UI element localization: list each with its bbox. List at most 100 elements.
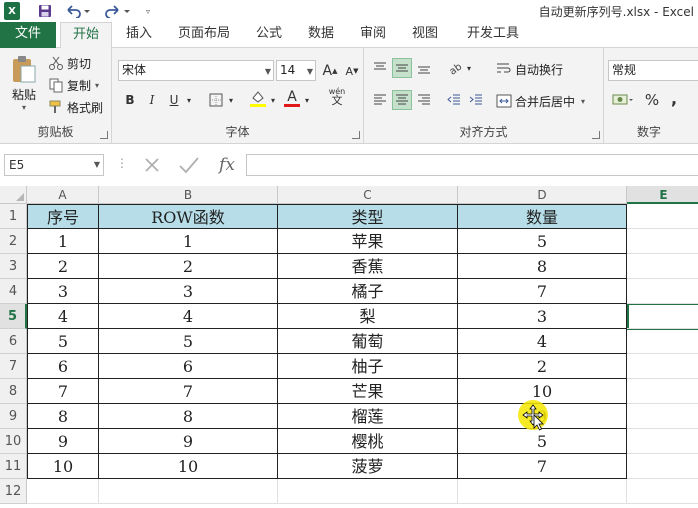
cut-button[interactable]: 剪切 [48, 54, 91, 72]
table-header-cell[interactable]: 数量 [458, 204, 627, 229]
empty-cell[interactable] [627, 229, 698, 254]
table-cell[interactable]: 5 [99, 329, 278, 354]
table-cell[interactable]: 香蕉 [278, 254, 458, 279]
align-center-icon[interactable] [392, 90, 412, 110]
column-header-a[interactable]: A [27, 186, 99, 204]
enter-check-icon[interactable] [174, 154, 204, 176]
chevron-down-icon[interactable]: ▾ [302, 90, 312, 110]
comma-button[interactable]: , [664, 88, 684, 108]
orientation-icon[interactable]: ab [446, 58, 466, 78]
table-cell[interactable]: 8 [458, 254, 627, 279]
empty-cell[interactable] [458, 479, 627, 504]
bold-button[interactable]: B [120, 90, 140, 110]
column-header-d[interactable]: D [458, 186, 627, 204]
table-cell[interactable]: 橘子 [278, 279, 458, 304]
worksheet-grid[interactable]: A B C D E 1 2 3 4 5 6 7 8 9 10 11 12 序号 R… [0, 186, 698, 508]
row-header[interactable]: 8 [0, 379, 27, 404]
wrap-text-button[interactable]: 自动换行 [496, 60, 563, 78]
empty-cell[interactable] [627, 454, 698, 479]
table-cell[interactable]: 2 [458, 354, 627, 379]
border-icon[interactable] [206, 90, 226, 110]
tab-view[interactable]: 视图 [404, 22, 446, 48]
table-cell[interactable]: 1 [27, 229, 99, 254]
row-header[interactable]: 9 [0, 404, 27, 429]
row-header[interactable]: 6 [0, 329, 27, 354]
align-middle-icon[interactable] [392, 58, 412, 78]
empty-cell[interactable] [627, 304, 698, 329]
tab-data[interactable]: 数据 [300, 22, 342, 48]
chevron-down-icon[interactable]: ▾ [268, 90, 278, 110]
table-cell[interactable]: 葡萄 [278, 329, 458, 354]
table-cell[interactable]: 2 [99, 254, 278, 279]
align-left-icon[interactable] [370, 90, 390, 110]
table-cell[interactable]: 2 [27, 254, 99, 279]
column-header-e[interactable]: E [627, 186, 698, 204]
save-icon[interactable] [36, 2, 54, 20]
align-right-icon[interactable] [414, 90, 434, 110]
table-cell[interactable]: 樱桃 [278, 429, 458, 454]
table-cell[interactable]: 4 [27, 304, 99, 329]
table-cell[interactable]: 6 [27, 354, 99, 379]
column-header-b[interactable]: B [99, 186, 278, 204]
paste-button[interactable]: 粘贴 ▾ [6, 54, 42, 118]
empty-cell[interactable] [627, 254, 698, 279]
table-cell[interactable]: 10 [99, 454, 278, 479]
table-cell[interactable]: 10 [27, 454, 99, 479]
font-size-select[interactable]: 14 ▼ [276, 60, 316, 81]
empty-cell[interactable] [27, 479, 99, 504]
align-top-icon[interactable] [370, 58, 390, 78]
row-header[interactable]: 7 [0, 354, 27, 379]
fill-color-icon[interactable] [248, 88, 268, 108]
number-format-select[interactable]: 常规 [608, 60, 698, 81]
table-cell[interactable]: 5 [27, 329, 99, 354]
tab-page-layout[interactable]: 页面布局 [170, 22, 238, 48]
font-launcher-icon[interactable] [352, 131, 360, 139]
format-painter-button[interactable]: 格式刷 [48, 98, 103, 116]
empty-cell[interactable] [627, 279, 698, 304]
column-header-c[interactable]: C [278, 186, 458, 204]
table-cell[interactable]: 3 [27, 279, 99, 304]
tab-formulas[interactable]: 公式 [248, 22, 290, 48]
chevron-down-icon[interactable]: ▾ [464, 58, 474, 78]
italic-button[interactable]: I [142, 90, 162, 110]
redo-icon[interactable] [104, 2, 132, 20]
tab-home[interactable]: 开始 [60, 22, 112, 49]
table-cell[interactable]: 6 [99, 354, 278, 379]
row-header[interactable]: 10 [0, 429, 27, 454]
decrease-font-icon[interactable]: A ▼ [342, 61, 362, 81]
empty-cell[interactable] [627, 404, 698, 429]
empty-cell[interactable] [627, 204, 698, 229]
row-header[interactable]: 3 [0, 254, 27, 279]
copy-button[interactable]: 复制 ▾ [48, 76, 99, 94]
customize-toolbar-icon[interactable]: ▿ [142, 2, 154, 20]
empty-cell[interactable] [99, 479, 278, 504]
table-cell[interactable]: 芒果 [278, 379, 458, 404]
phonetic-guide-icon[interactable]: wén 文 [324, 86, 350, 106]
table-cell[interactable]: 柚子 [278, 354, 458, 379]
tab-file[interactable]: 文件 [0, 22, 56, 48]
tab-insert[interactable]: 插入 [118, 22, 160, 48]
underline-button[interactable]: U [164, 90, 184, 110]
tab-developer[interactable]: 开发工具 [458, 22, 528, 48]
row-header[interactable]: 1 [0, 204, 27, 229]
table-cell[interactable]: 9 [99, 429, 278, 454]
row-header[interactable]: 11 [0, 454, 27, 479]
align-bottom-icon[interactable] [414, 58, 434, 78]
table-cell[interactable]: 8 [27, 404, 99, 429]
row-header[interactable]: 12 [0, 479, 27, 504]
table-cell[interactable]: 8 [99, 404, 278, 429]
font-color-icon[interactable]: A [282, 88, 302, 108]
decrease-indent-icon[interactable] [444, 90, 464, 110]
table-header-cell[interactable]: 序号 [27, 204, 99, 229]
table-cell[interactable]: 苹果 [278, 229, 458, 254]
chevron-down-icon[interactable]: ▾ [226, 90, 236, 110]
tab-review[interactable]: 审阅 [352, 22, 394, 48]
row-header-selected[interactable]: 5 [0, 304, 27, 329]
empty-cell[interactable] [627, 329, 698, 354]
chevron-down-icon[interactable]: ▾ [184, 90, 194, 110]
cancel-icon[interactable] [138, 154, 166, 176]
table-cell[interactable]: 4 [458, 329, 627, 354]
increase-indent-icon[interactable] [466, 90, 486, 110]
merge-center-button[interactable]: 合并后居中 ▾ [496, 92, 585, 110]
table-cell[interactable]: 7 [27, 379, 99, 404]
